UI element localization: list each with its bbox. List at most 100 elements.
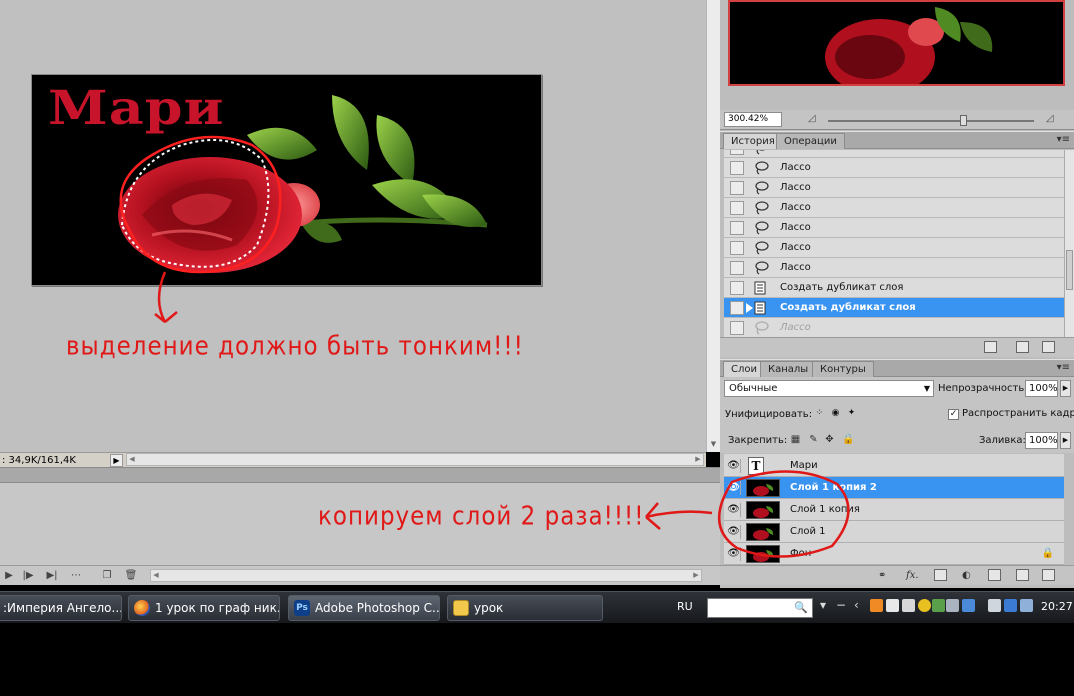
visibility-eye-icon[interactable]: 👁	[727, 547, 741, 561]
history-state-row[interactable]: Лассо	[724, 150, 1064, 158]
tray-app-icon-4[interactable]	[946, 599, 959, 612]
clipboard-icon[interactable]	[988, 599, 1001, 612]
visibility-eye-icon[interactable]: 👁	[727, 503, 741, 517]
taskbar-search-input[interactable]: 🔍	[707, 598, 813, 618]
history-snapshot-checkbox[interactable]	[730, 301, 744, 315]
layer-row[interactable]: 👁 Слой 1 копия	[724, 499, 1064, 521]
visibility-eye-icon[interactable]: 👁	[727, 525, 741, 539]
anim-scroll-left-icon[interactable]: ◀	[151, 570, 161, 581]
history-state-row[interactable]: Лассо	[724, 178, 1064, 198]
taskbar-button[interactable]: Ps Adobe Photoshop C...	[288, 595, 440, 621]
animation-horizontal-scrollbar[interactable]: ◀ ▶	[150, 569, 702, 582]
volume-icon[interactable]	[1020, 599, 1033, 612]
tray-minimize-icon[interactable]: −	[836, 598, 846, 612]
taskbar-clock[interactable]: 20:27	[1041, 600, 1073, 613]
scroll-down-icon[interactable]: ▼	[708, 439, 719, 450]
history-state-row[interactable]: Лассо	[724, 158, 1064, 178]
layer-row[interactable]: 👁 T Мари	[724, 455, 1064, 477]
status-menu-arrow-icon[interactable]: ▶	[110, 454, 123, 467]
tab-history[interactable]: История	[723, 133, 783, 149]
navigator-preview[interactable]	[728, 0, 1065, 86]
lock-pixels-icon[interactable]: ✎	[808, 434, 819, 445]
visibility-eye-icon[interactable]: 👁	[727, 459, 741, 473]
tab-paths[interactable]: Контуры	[812, 361, 874, 377]
document-canvas[interactable]: Мари	[31, 74, 542, 286]
last-frame-icon[interactable]: ▶|	[44, 569, 60, 582]
mail-icon-2[interactable]	[902, 599, 915, 612]
new-group-icon[interactable]	[988, 569, 1001, 581]
zoom-slider[interactable]	[828, 120, 1034, 122]
opacity-input[interactable]: 100%	[1025, 380, 1058, 397]
fill-arrow-icon[interactable]: ▶	[1060, 432, 1071, 449]
canvas-horizontal-scrollbar[interactable]: ◀ ▶	[126, 453, 704, 466]
history-snapshot-checkbox[interactable]	[730, 221, 744, 235]
history-scroll-thumb[interactable]	[1066, 250, 1073, 290]
unify-style-icon[interactable]: ✦	[846, 409, 857, 420]
input-language[interactable]: RU	[677, 600, 693, 613]
mail-icon[interactable]	[886, 599, 899, 612]
zoom-out-icon[interactable]: ◿	[808, 113, 816, 124]
link-layers-icon[interactable]: ⚭	[878, 569, 886, 582]
history-state-row[interactable]: Лассо	[724, 238, 1064, 258]
history-snapshot-checkbox[interactable]	[730, 161, 744, 175]
new-frame-icon[interactable]: ❐	[100, 569, 114, 582]
new-layer-icon[interactable]	[1016, 569, 1029, 581]
taskbar-button[interactable]: 1 урок по граф ник...	[128, 595, 280, 621]
unify-position-icon[interactable]: ⁘	[814, 409, 825, 420]
history-snapshot-checkbox[interactable]	[730, 261, 744, 275]
history-state-row[interactable]: Лассо	[724, 318, 1064, 337]
layer-row[interactable]: 👁 Слой 1	[724, 521, 1064, 543]
taskbar-button[interactable]: :Империя Ангело...	[0, 595, 122, 621]
history-snapshot-checkbox[interactable]	[730, 321, 744, 335]
opacity-arrow-icon[interactable]: ▶	[1060, 380, 1071, 397]
animation-panel-header[interactable]	[0, 467, 720, 483]
visibility-eye-icon[interactable]: 👁	[727, 481, 741, 495]
tab-layers[interactable]: Слои	[723, 361, 765, 377]
history-snapshot-checkbox[interactable]	[730, 150, 744, 155]
snapshot-camera-icon[interactable]	[1016, 341, 1029, 353]
zoom-level-input[interactable]: 300.42%	[724, 112, 782, 127]
taskbar-button[interactable]: урок	[447, 595, 603, 621]
layer-row[interactable]: 👁 Фон 🔒	[724, 543, 1064, 565]
tray-app-icon-2[interactable]	[918, 599, 931, 612]
delete-state-icon[interactable]	[1042, 341, 1055, 353]
tray-dropdown-icon[interactable]: ▾	[820, 598, 826, 612]
tab-actions[interactable]: Операции	[776, 133, 845, 149]
tray-app-icon-1[interactable]	[870, 599, 883, 612]
tab-channels[interactable]: Каналы	[760, 361, 817, 377]
play-icon[interactable]: ▶	[2, 569, 16, 582]
layers-panel-menu-icon[interactable]: ▾≡	[1057, 362, 1070, 373]
next-frame-icon[interactable]: |▶	[20, 569, 36, 582]
add-mask-icon[interactable]	[934, 569, 947, 581]
history-state-row[interactable]: Лассо	[724, 218, 1064, 238]
layer-style-fx-icon[interactable]: fx.	[906, 569, 919, 582]
history-snapshot-checkbox[interactable]	[730, 201, 744, 215]
anim-scroll-right-icon[interactable]: ▶	[691, 570, 701, 581]
zoom-slider-thumb[interactable]	[960, 115, 967, 126]
history-snapshot-checkbox[interactable]	[730, 241, 744, 255]
tween-icon[interactable]: ⋯	[66, 569, 86, 582]
tray-app-icon-3[interactable]	[932, 599, 945, 612]
delete-frame-icon[interactable]: 🗑	[124, 569, 138, 582]
layer-row[interactable]: 👁 Слой 1 копия 2	[724, 477, 1064, 499]
scroll-right-icon[interactable]: ▶	[693, 454, 703, 465]
panel-menu-icon[interactable]: ▾≡	[1057, 134, 1070, 145]
history-state-row[interactable]: Лассо	[724, 258, 1064, 278]
blend-mode-select[interactable]: Обычные ▼	[724, 380, 934, 397]
zoom-in-icon[interactable]: ◿	[1046, 113, 1054, 124]
propagate-frame-checkbox[interactable]: ✓	[948, 409, 959, 420]
fill-input[interactable]: 100%	[1025, 432, 1058, 449]
unify-visibility-icon[interactable]: ◉	[830, 409, 841, 420]
delete-layer-icon[interactable]	[1042, 569, 1055, 581]
search-icon[interactable]: 🔍	[794, 601, 808, 614]
history-state-row[interactable]: Создать дубликат слоя	[724, 278, 1064, 298]
history-scrollbar[interactable]	[1064, 150, 1074, 337]
lock-all-icon[interactable]: 🔒	[842, 434, 854, 445]
tray-expand-icon[interactable]: ‹	[854, 598, 859, 612]
network-icon[interactable]	[1004, 599, 1017, 612]
history-state-row[interactable]: Создать дубликат слоя	[724, 298, 1064, 318]
adjustment-layer-icon[interactable]: ◐	[962, 569, 971, 582]
tray-app-icon-5[interactable]	[962, 599, 975, 612]
history-snapshot-checkbox[interactable]	[730, 181, 744, 195]
lock-transparency-icon[interactable]: ▦	[790, 434, 801, 445]
